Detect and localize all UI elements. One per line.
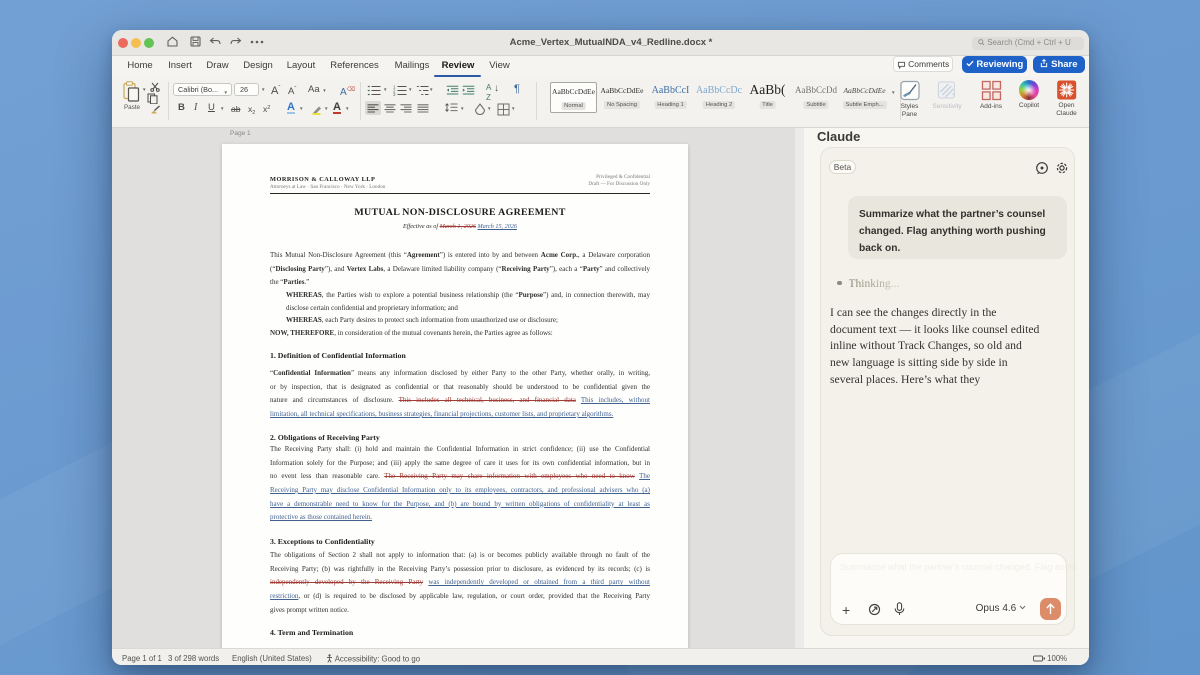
svg-text:3: 3	[393, 92, 396, 96]
